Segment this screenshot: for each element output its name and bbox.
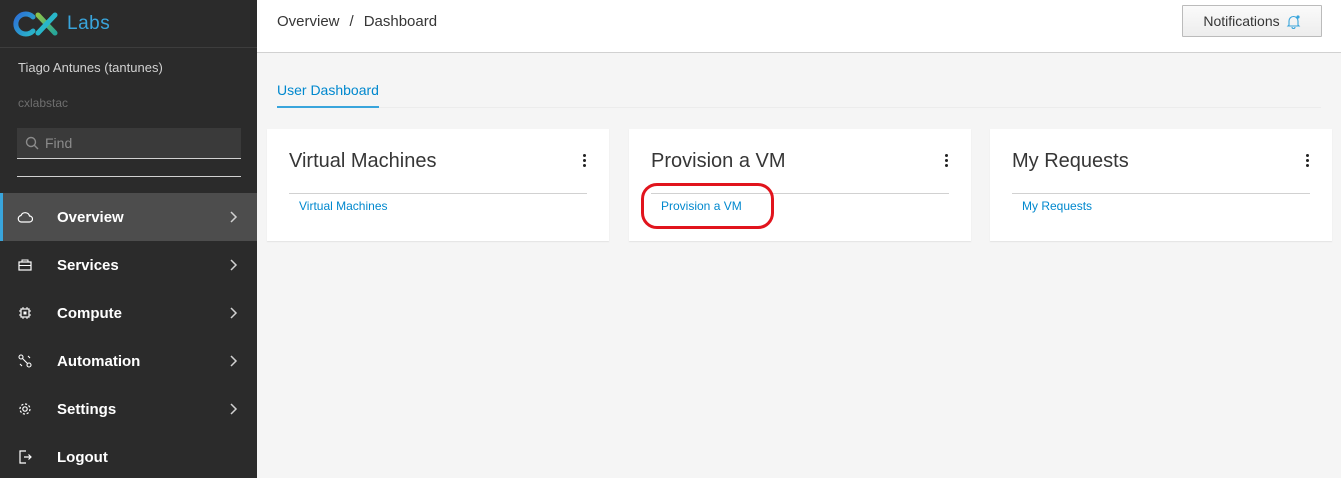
notifications-label: Notifications — [1203, 13, 1280, 29]
automation-icon — [17, 353, 33, 369]
my-requests-link[interactable]: My Requests — [1022, 199, 1092, 213]
find-divider — [17, 176, 241, 177]
brand-name: Labs — [67, 12, 111, 34]
kebab-menu-icon[interactable] — [1304, 154, 1310, 168]
card-my-requests: My Requests My Requests — [990, 129, 1332, 241]
bell-icon — [1286, 14, 1301, 29]
kebab-menu-icon[interactable] — [943, 154, 949, 168]
chevron-right-icon — [230, 355, 238, 367]
nav-label: Compute — [57, 304, 122, 322]
chevron-right-icon — [230, 259, 238, 271]
cx-logo-icon — [13, 11, 58, 36]
brand-logo — [11, 11, 61, 37]
find-box[interactable] — [17, 128, 241, 159]
chip-icon — [17, 305, 33, 321]
sidebar: Labs Tiago Antunes (tantunes) cxlabstac … — [0, 0, 257, 478]
nav-label: Logout — [57, 448, 108, 466]
card-title: Virtual Machines — [289, 150, 437, 172]
find-input[interactable] — [45, 135, 225, 151]
breadcrumb-separator: / — [349, 13, 354, 30]
card-divider — [651, 193, 949, 194]
chevron-right-icon — [230, 403, 238, 415]
cloud-icon — [17, 209, 33, 225]
nav-item-settings[interactable]: Settings — [0, 385, 257, 433]
card-title: My Requests — [1012, 150, 1129, 172]
card-virtual-machines: Virtual Machines Virtual Machines — [267, 129, 609, 241]
search-icon — [25, 136, 39, 150]
nav-label: Automation — [57, 352, 141, 370]
card-title: Provision a VM — [651, 150, 786, 172]
brand[interactable]: Labs — [0, 0, 257, 48]
main-nav: Overview Services Compute Automation Set… — [0, 193, 257, 478]
chevron-right-icon — [230, 307, 238, 319]
breadcrumb-dashboard: Dashboard — [363, 13, 438, 30]
services-icon — [17, 257, 33, 273]
logout-icon — [17, 449, 33, 465]
user-name[interactable]: Tiago Antunes (tantunes) — [18, 60, 163, 75]
notifications-button[interactable]: Notifications — [1182, 5, 1322, 37]
nav-item-automation[interactable]: Automation — [0, 337, 257, 385]
nav-label: Overview — [57, 208, 124, 226]
kebab-menu-icon[interactable] — [581, 154, 587, 168]
tab-user-dashboard[interactable]: User Dashboard — [277, 82, 379, 108]
gear-icon — [17, 401, 33, 417]
virtual-machines-link[interactable]: Virtual Machines — [299, 199, 388, 213]
card-provision-vm: Provision a VM Provision a VM — [629, 129, 971, 241]
nav-item-compute[interactable]: Compute — [0, 289, 257, 337]
dashboard-tabs: User Dashboard — [277, 78, 1321, 108]
tenant-name: cxlabstac — [18, 96, 69, 110]
nav-item-services[interactable]: Services — [0, 241, 257, 289]
nav-label: Services — [57, 256, 119, 274]
provision-vm-link[interactable]: Provision a VM — [661, 199, 742, 213]
nav-item-logout[interactable]: Logout — [0, 433, 257, 478]
nav-item-overview[interactable]: Overview — [0, 193, 257, 241]
chevron-right-icon — [230, 211, 238, 223]
breadcrumb: Overview / Dashboard — [277, 13, 437, 30]
card-divider — [1012, 193, 1310, 194]
card-divider — [289, 193, 587, 194]
nav-label: Settings — [57, 400, 117, 418]
breadcrumb-overview[interactable]: Overview — [277, 13, 340, 30]
top-header: Overview / Dashboard Notifications — [257, 0, 1341, 53]
